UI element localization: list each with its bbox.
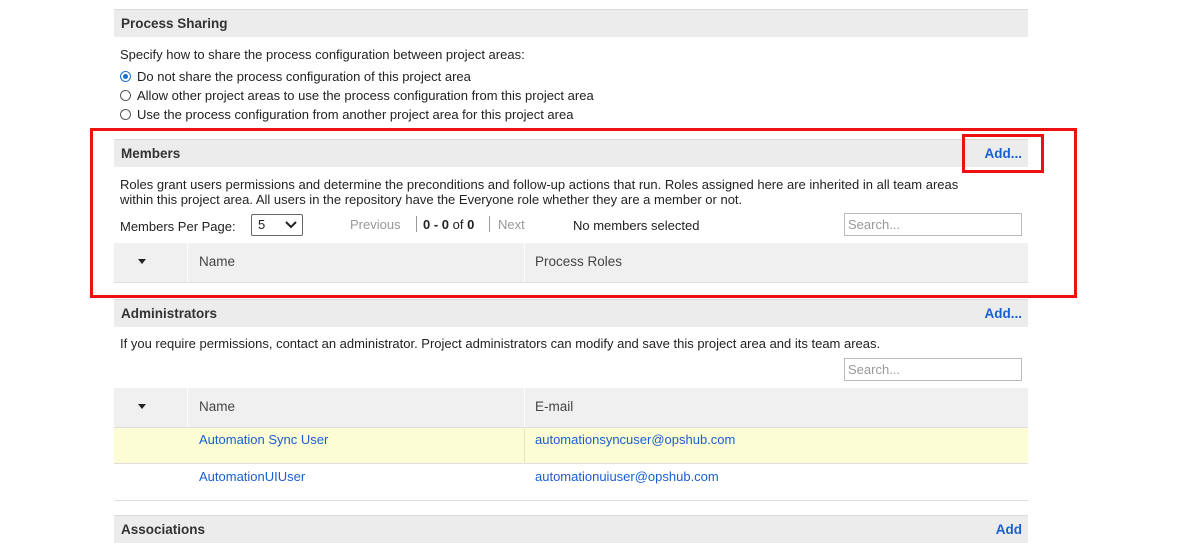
column-separator bbox=[524, 388, 525, 427]
page-range-value: 0 - 0 bbox=[423, 217, 450, 232]
administrators-add-link[interactable]: Add... bbox=[985, 306, 1023, 321]
radio-label: Allow other project areas to use the pro… bbox=[137, 87, 594, 103]
members-selection-status: No members selected bbox=[573, 218, 700, 233]
table-row[interactable]: AutomationUIUser automationuiuser@opshub… bbox=[114, 464, 1028, 501]
associations-header: Associations Add bbox=[114, 515, 1028, 543]
administrators-description: If you require permissions, contact an a… bbox=[120, 336, 881, 351]
radio-option-use-another[interactable]: Use the process configuration from anoth… bbox=[120, 105, 573, 123]
administrators-title: Administrators bbox=[121, 306, 218, 321]
radio-button-checked[interactable] bbox=[120, 70, 131, 82]
administrators-table-header: Name E-mail bbox=[114, 388, 1028, 428]
members-previous-link[interactable]: Previous bbox=[350, 217, 401, 232]
administrator-email-link[interactable]: automationuiuser@opshub.com bbox=[535, 469, 719, 484]
page-of-label: of bbox=[452, 217, 464, 232]
table-row[interactable]: Automation Sync User automationsyncuser@… bbox=[114, 428, 1028, 464]
administrator-email-link[interactable]: automationsyncuser@opshub.com bbox=[535, 432, 735, 447]
members-page-range: 0 - 0 of 0 bbox=[423, 217, 474, 232]
members-search-input[interactable]: Search... bbox=[844, 213, 1022, 236]
members-description-line2: within this project area. All users in t… bbox=[120, 192, 743, 207]
members-description-line1: Roles grant users permissions and determ… bbox=[120, 177, 959, 192]
associations-title: Associations bbox=[121, 522, 206, 537]
process-sharing-header: Process Sharing bbox=[114, 9, 1028, 37]
column-separator bbox=[524, 428, 525, 463]
members-add-link[interactable]: Add... bbox=[985, 146, 1023, 161]
radio-button[interactable] bbox=[120, 89, 131, 101]
sort-caret-down-icon[interactable] bbox=[138, 257, 146, 265]
members-title: Members bbox=[121, 146, 181, 161]
administrators-column-name[interactable]: Name bbox=[199, 399, 235, 414]
members-column-process-roles[interactable]: Process Roles bbox=[535, 254, 622, 269]
column-separator bbox=[187, 243, 188, 282]
members-per-page-select[interactable]: 5 bbox=[251, 214, 303, 236]
associations-add-link[interactable]: Add bbox=[996, 522, 1022, 537]
members-per-page-value: 5 bbox=[258, 217, 266, 232]
process-sharing-description: Specify how to share the process configu… bbox=[120, 47, 525, 62]
members-next-link[interactable]: Next bbox=[498, 217, 525, 232]
chevron-down-icon bbox=[285, 221, 297, 229]
radio-option-allow-others[interactable]: Allow other project areas to use the pro… bbox=[120, 86, 594, 104]
process-sharing-title: Process Sharing bbox=[121, 16, 228, 31]
members-header: Members Add... bbox=[114, 139, 1028, 167]
page-total-value: 0 bbox=[467, 217, 475, 232]
administrators-column-email[interactable]: E-mail bbox=[535, 399, 573, 414]
administrators-search-input[interactable]: Search... bbox=[844, 358, 1022, 381]
administrator-name-link[interactable]: Automation Sync User bbox=[199, 432, 328, 447]
column-separator bbox=[187, 388, 188, 427]
sort-caret-down-icon[interactable] bbox=[138, 402, 146, 410]
members-table-header: Name Process Roles bbox=[114, 243, 1028, 283]
column-separator bbox=[524, 243, 525, 282]
radio-button[interactable] bbox=[120, 108, 131, 120]
radio-label: Do not share the process configuration o… bbox=[137, 68, 471, 84]
administrators-header: Administrators Add... bbox=[114, 299, 1028, 327]
radio-option-do-not-share[interactable]: Do not share the process configuration o… bbox=[120, 67, 471, 85]
radio-label: Use the process configuration from anoth… bbox=[137, 106, 574, 122]
members-per-page-label: Members Per Page: bbox=[120, 219, 236, 234]
members-column-name[interactable]: Name bbox=[199, 254, 235, 269]
pager-divider bbox=[489, 216, 490, 232]
pager-divider bbox=[416, 216, 417, 232]
members-description: Roles grant users permissions and determ… bbox=[120, 177, 1000, 207]
administrator-name-link[interactable]: AutomationUIUser bbox=[199, 469, 305, 484]
